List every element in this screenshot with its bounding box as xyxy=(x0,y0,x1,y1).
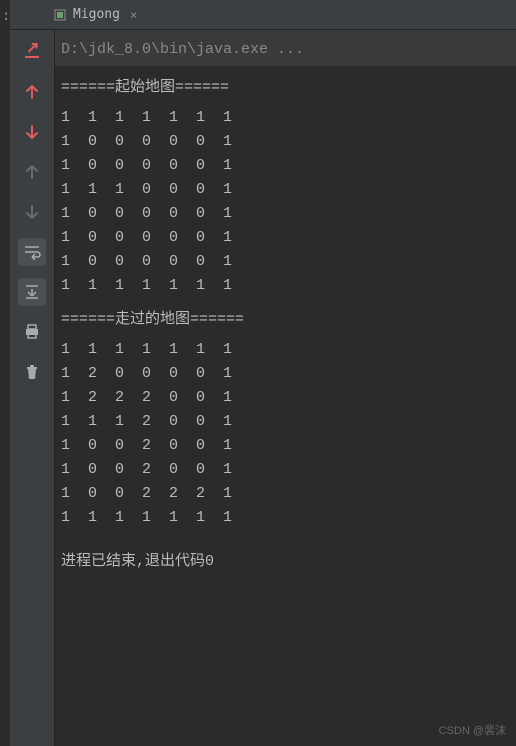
grid-row: 1 0 0 0 0 0 1 xyxy=(55,250,516,274)
tab-label: Migong xyxy=(73,7,120,22)
tab-migong[interactable]: Migong × xyxy=(45,0,145,29)
tab-bar: Migong × xyxy=(10,0,516,30)
grid-row: 1 1 1 1 1 1 1 xyxy=(55,506,516,530)
up-gray-button xyxy=(18,158,46,186)
down-button[interactable] xyxy=(18,118,46,146)
down-gray-button xyxy=(18,198,46,226)
rerun-button[interactable] xyxy=(18,38,46,66)
grid-row: 1 2 2 2 0 0 1 xyxy=(55,386,516,410)
output-header-1: ======起始地图====== xyxy=(55,76,516,100)
console-output: D:\jdk_8.0\bin\java.exe ... ======起始地图==… xyxy=(55,0,516,746)
grid-row: 1 1 1 1 1 1 1 xyxy=(55,274,516,298)
output-header-2: ======走过的地图====== xyxy=(55,308,516,332)
soft-wrap-button[interactable] xyxy=(18,238,46,266)
exit-message: 进程已结束,退出代码0 xyxy=(55,550,516,574)
trash-button[interactable] xyxy=(18,358,46,386)
print-button[interactable] xyxy=(18,318,46,346)
grid-1: 1 1 1 1 1 1 11 0 0 0 0 0 11 0 0 0 0 0 11… xyxy=(55,106,516,298)
grid-row: 1 1 1 1 1 1 1 xyxy=(55,106,516,130)
grid-row: 1 1 1 1 1 1 1 xyxy=(55,338,516,362)
grid-row: 1 0 0 0 0 0 1 xyxy=(55,130,516,154)
close-icon[interactable]: × xyxy=(130,8,137,22)
run-config-icon xyxy=(53,8,67,22)
grid-row: 1 0 0 2 0 0 1 xyxy=(55,458,516,482)
watermark: CSDN @裴沫 xyxy=(439,722,506,738)
grid-row: 1 0 0 0 0 0 1 xyxy=(55,226,516,250)
grid-row: 1 0 0 2 0 0 1 xyxy=(55,434,516,458)
grid-row: 1 1 1 0 0 0 1 xyxy=(55,178,516,202)
grid-2: 1 1 1 1 1 1 11 2 0 0 0 0 11 2 2 2 0 0 11… xyxy=(55,338,516,530)
grid-row: 1 0 0 0 0 0 1 xyxy=(55,154,516,178)
command-line: D:\jdk_8.0\bin\java.exe ... xyxy=(55,30,516,66)
grid-row: 1 0 0 0 0 0 1 xyxy=(55,202,516,226)
grid-row: 1 1 1 2 0 0 1 xyxy=(55,410,516,434)
grid-row: 1 2 0 0 0 0 1 xyxy=(55,362,516,386)
toolbar xyxy=(10,0,55,746)
scroll-to-end-button[interactable] xyxy=(18,278,46,306)
grid-row: 1 0 0 2 2 2 1 xyxy=(55,482,516,506)
up-button[interactable] xyxy=(18,78,46,106)
